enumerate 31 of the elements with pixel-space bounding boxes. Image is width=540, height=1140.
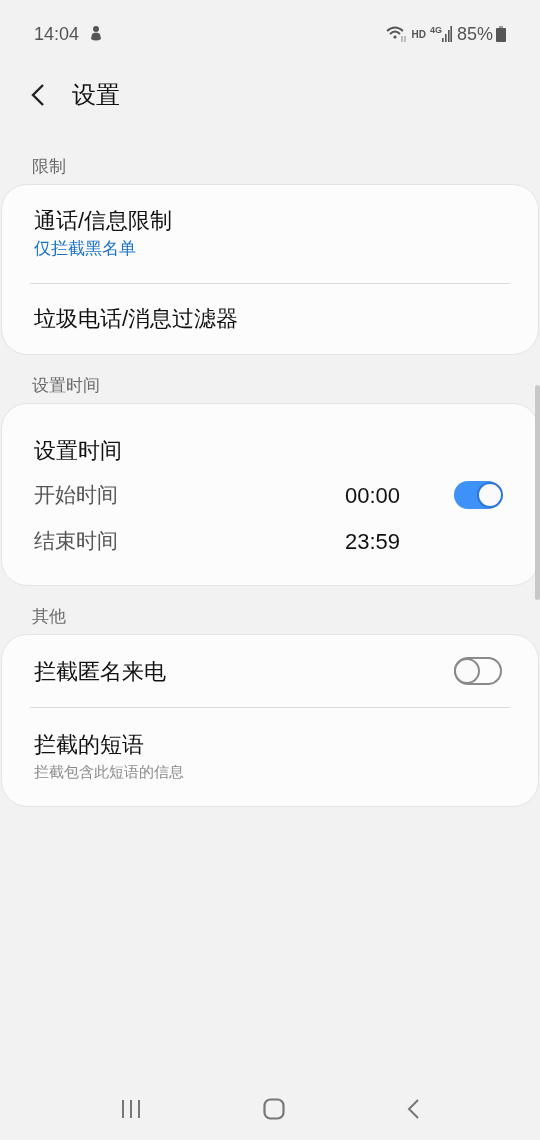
page-title: 设置 [72,80,120,110]
menu-item[interactable]: 垃圾电话/消息过滤器 [2,284,538,354]
item-title: 拦截的短语 [34,731,145,759]
back-icon[interactable] [30,83,46,107]
time-value[interactable]: 00:00 [345,478,401,512]
item-title: 设置时间 [34,437,123,465]
recents-icon[interactable] [120,1099,143,1119]
status-time: 14:04 [34,22,80,46]
item-title: 拦截匿名来电 [34,657,166,686]
section-header: 限制 [31,156,67,178]
item-title: 通话/信息限制 [34,206,174,234]
battery-icon [496,26,506,42]
toggle-switch[interactable] [454,657,502,685]
battery-percent: 85% [456,22,493,46]
time-label: 开始时间 [34,482,119,509]
home-icon[interactable] [263,1098,285,1120]
section-header: 其他 [31,606,67,628]
section-header: 设置时间 [31,375,101,397]
time-value[interactable]: 23:59 [345,524,401,558]
signal-icon [441,26,452,42]
hd-label: HD [411,27,426,42]
time-label: 结束时间 [34,528,119,555]
item-subtitle: 仅拦截黑名单 [34,238,137,260]
network-label: 4G [429,24,442,37]
menu-item[interactable]: 拦截的短语 拦截包含此短语的信息 [2,708,538,806]
wifi-icon [385,25,408,43]
notification-icon [89,25,104,43]
menu-item[interactable]: 通话/信息限制 仅拦截黑名单 [2,185,538,283]
item-title: 垃圾电话/消息过滤器 [34,305,240,333]
item-subtitle: 拦截包含此短语的信息 [34,761,185,782]
toggle-switch[interactable] [454,481,502,509]
